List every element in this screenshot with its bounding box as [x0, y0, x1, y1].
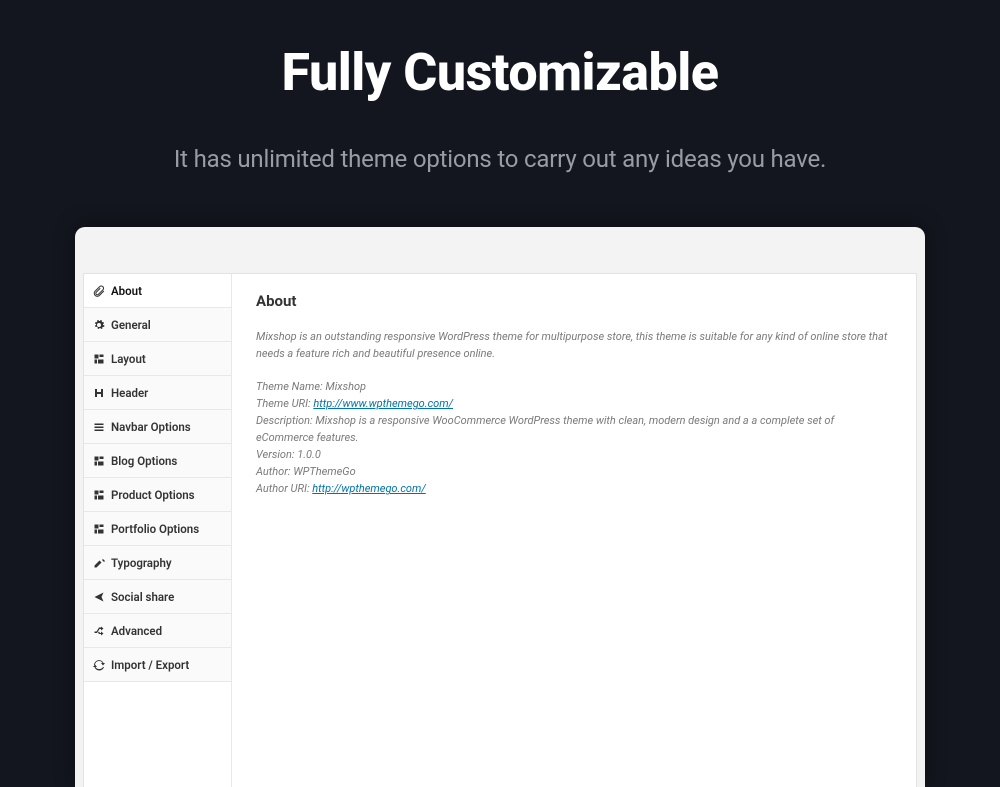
page-title: Fully Customizable	[0, 0, 1000, 103]
theme-name-value: Mixshop	[325, 380, 366, 393]
layout-icon	[93, 353, 105, 365]
version-label: Version:	[256, 448, 297, 461]
sidebar-item-label: Layout	[111, 352, 146, 366]
author-uri-label: Author URI:	[256, 482, 312, 495]
sidebar-item-social[interactable]: Social share	[84, 580, 231, 614]
sidebar-item-label: Product Options	[111, 488, 195, 502]
content-title: About	[256, 292, 892, 310]
description-value: Mixshop is a responsive WooCommerce Word…	[256, 414, 834, 444]
sidebar-item-label: Social share	[111, 590, 174, 604]
author-value: WPThemeGo	[293, 465, 355, 478]
theme-uri-line: Theme URI: http://www.wpthemego.com/	[256, 395, 892, 412]
theme-name-label: Theme Name:	[256, 380, 325, 393]
sidebar-item-header[interactable]: Header	[84, 376, 231, 410]
sidebar: About General Layout Header	[84, 274, 232, 787]
author-line: Author: WPThemeGo	[256, 463, 892, 480]
shuffle-icon	[93, 625, 105, 637]
panel-wrapper: About General Layout Header	[75, 227, 925, 787]
sidebar-item-label: Import / Export	[111, 658, 189, 672]
sidebar-item-advanced[interactable]: Advanced	[84, 614, 231, 648]
description-label: Description:	[256, 414, 315, 427]
version-value: 1.0.0	[297, 448, 321, 461]
header-icon	[93, 387, 105, 399]
gear-icon	[93, 319, 105, 331]
theme-uri-link[interactable]: http://www.wpthemego.com/	[313, 397, 453, 410]
sidebar-item-portfolio[interactable]: Portfolio Options	[84, 512, 231, 546]
about-intro: Mixshop is an outstanding responsive Wor…	[256, 328, 892, 362]
paperclip-icon	[93, 285, 105, 297]
sidebar-item-blog[interactable]: Blog Options	[84, 444, 231, 478]
admin-panel: About General Layout Header	[83, 273, 917, 787]
theme-name-line: Theme Name: Mixshop	[256, 378, 892, 395]
layout-icon	[93, 455, 105, 467]
sidebar-item-typography[interactable]: Typography	[84, 546, 231, 580]
author-uri-line: Author URI: http://wpthemego.com/	[256, 480, 892, 497]
edit-icon	[93, 557, 105, 569]
layout-icon	[93, 489, 105, 501]
author-uri-link[interactable]: http://wpthemego.com/	[312, 482, 425, 495]
description-line: Description: Mixshop is a responsive Woo…	[256, 412, 892, 446]
sidebar-item-label: Header	[111, 386, 148, 400]
sidebar-item-general[interactable]: General	[84, 308, 231, 342]
sidebar-item-label: Portfolio Options	[111, 522, 199, 536]
author-label: Author:	[256, 465, 293, 478]
page-subtitle: It has unlimited theme options to carry …	[0, 145, 1000, 173]
content-area: About Mixshop is an outstanding responsi…	[232, 274, 916, 787]
sidebar-item-navbar[interactable]: Navbar Options	[84, 410, 231, 444]
sidebar-item-label: General	[111, 318, 151, 332]
version-line: Version: 1.0.0	[256, 446, 892, 463]
sidebar-item-layout[interactable]: Layout	[84, 342, 231, 376]
sidebar-item-label: Advanced	[111, 624, 162, 638]
sidebar-item-import-export[interactable]: Import / Export	[84, 648, 231, 682]
sidebar-item-about[interactable]: About	[84, 274, 231, 308]
sidebar-item-label: Navbar Options	[111, 420, 191, 434]
sidebar-item-label: Typography	[111, 556, 172, 570]
layout-icon	[93, 523, 105, 535]
share-icon	[93, 591, 105, 603]
menu-icon	[93, 421, 105, 433]
sidebar-item-label: Blog Options	[111, 454, 177, 468]
about-text: Mixshop is an outstanding responsive Wor…	[256, 328, 892, 497]
sidebar-item-label: About	[111, 284, 142, 298]
refresh-icon	[93, 659, 105, 671]
sidebar-item-product[interactable]: Product Options	[84, 478, 231, 512]
theme-uri-label: Theme URI:	[256, 397, 313, 410]
